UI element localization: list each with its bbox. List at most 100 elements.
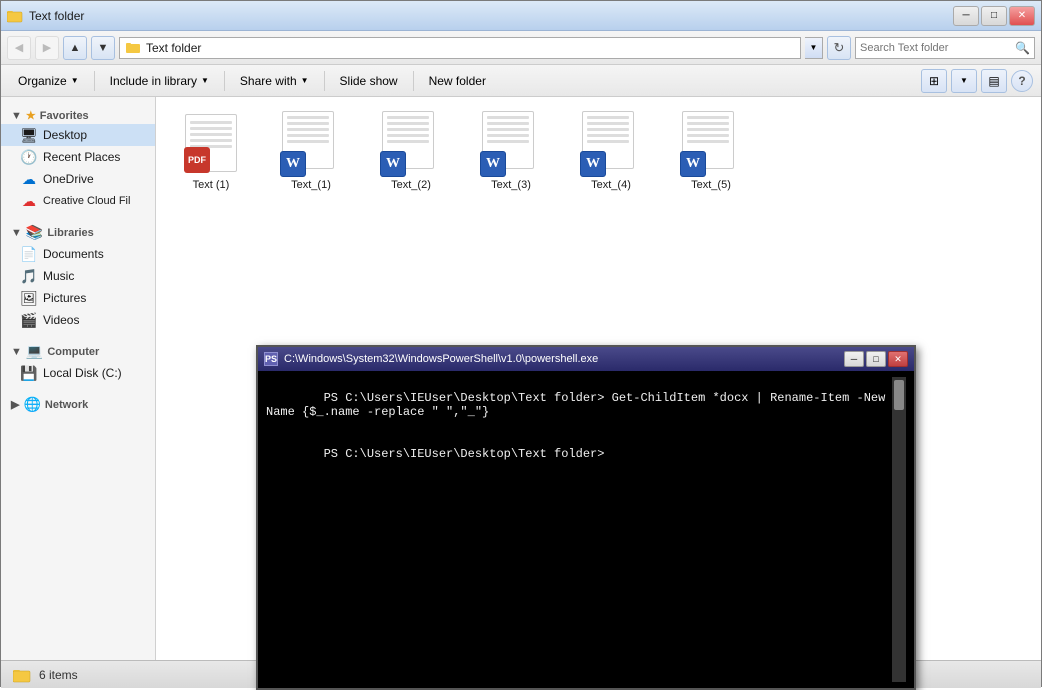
network-section[interactable]: ▶ 🌐 Network bbox=[1, 392, 155, 415]
sidebar-item-local-disk[interactable]: 💾 Local Disk (C:) bbox=[1, 362, 155, 384]
ps-title-bar: PS C:\Windows\System32\WindowsPowerShell… bbox=[258, 347, 914, 371]
toolbar-separator-2 bbox=[224, 71, 225, 91]
word-badge-2: W bbox=[380, 151, 406, 177]
file-item-text1[interactable]: PDF Text (1) bbox=[166, 107, 256, 195]
slide-show-button[interactable]: Slide show bbox=[331, 68, 407, 94]
file-item-text_3[interactable]: W Text_(3) bbox=[466, 107, 556, 195]
computer-section[interactable]: ▼ 💻 Computer bbox=[1, 339, 155, 362]
ps-window-icon: PS bbox=[264, 352, 278, 366]
pdf-icon-container: PDF bbox=[185, 114, 237, 172]
file-item-text_4[interactable]: W Text_(4) bbox=[566, 107, 656, 195]
share-with-button[interactable]: Share with ▼ bbox=[231, 68, 318, 94]
view-dropdown-button[interactable]: ▼ bbox=[951, 69, 977, 93]
title-bar-left: Text folder bbox=[7, 8, 84, 24]
main-content: ▼ ★ Favorites 🖥 Desktop 🕐 Recent Places … bbox=[1, 97, 1041, 660]
videos-icon: 🎬 bbox=[21, 312, 37, 328]
search-icon[interactable]: 🔍 bbox=[1015, 41, 1030, 55]
documents-label: Documents bbox=[43, 247, 104, 261]
refresh-button[interactable]: ↻ bbox=[827, 36, 851, 60]
libraries-section[interactable]: ▼ 📚 Libraries bbox=[1, 220, 155, 243]
sidebar-item-recent-places[interactable]: 🕐 Recent Places bbox=[1, 146, 155, 168]
sidebar: ▼ ★ Favorites 🖥 Desktop 🕐 Recent Places … bbox=[1, 97, 156, 660]
address-bar: ◀ ▶ ▲ ▼ Text folder ▼ ↻ 🔍 bbox=[1, 31, 1041, 65]
file-item-text_1[interactable]: W Text_(1) bbox=[266, 107, 356, 195]
network-chevron: ▶ bbox=[11, 398, 19, 411]
word-badge-1: W bbox=[280, 151, 306, 177]
new-folder-button[interactable]: New folder bbox=[420, 68, 495, 94]
network-label: Network bbox=[45, 399, 88, 411]
help-button[interactable]: ? bbox=[1011, 70, 1033, 92]
view-dropdown-icon: ▼ bbox=[960, 76, 968, 85]
file-item-text_2[interactable]: W Text_(2) bbox=[366, 107, 456, 195]
sidebar-item-onedrive[interactable]: ☁ OneDrive bbox=[1, 168, 155, 190]
toolbar-separator-1 bbox=[94, 71, 95, 91]
organize-button[interactable]: Organize ▼ bbox=[9, 68, 88, 94]
organize-label: Organize bbox=[18, 74, 67, 88]
word-icon-5: W bbox=[682, 111, 740, 175]
sidebar-item-documents[interactable]: 📄 Documents bbox=[1, 243, 155, 265]
organize-arrow: ▼ bbox=[71, 76, 79, 85]
music-icon: 🎵 bbox=[21, 268, 37, 284]
ps-close-button[interactable]: ✕ bbox=[888, 351, 908, 367]
sidebar-item-desktop[interactable]: 🖥 Desktop bbox=[1, 124, 155, 146]
word-icon-4: W bbox=[582, 111, 640, 175]
address-text: Text folder bbox=[146, 41, 201, 55]
address-path[interactable]: Text folder bbox=[119, 37, 801, 59]
documents-icon: 📄 bbox=[21, 246, 37, 262]
include-library-button[interactable]: Include in library ▼ bbox=[101, 68, 218, 94]
ps-controls: ─ □ ✕ bbox=[844, 351, 908, 367]
favorites-label: Favorites bbox=[40, 110, 89, 122]
slide-show-label: Slide show bbox=[340, 74, 398, 88]
file-label-text_5: Text_(5) bbox=[691, 179, 731, 191]
desktop-icon: 🖥 bbox=[21, 127, 37, 143]
share-with-label: Share with bbox=[240, 74, 297, 88]
toolbar-separator-3 bbox=[324, 71, 325, 91]
view-button[interactable]: ⊞ bbox=[921, 69, 947, 93]
file-label-text_1: Text_(1) bbox=[291, 179, 331, 191]
minimize-button[interactable]: ─ bbox=[953, 6, 979, 26]
sidebar-item-pictures[interactable]: 🖼 Pictures bbox=[1, 287, 155, 309]
pictures-label: Pictures bbox=[43, 291, 86, 305]
preview-button[interactable]: ▤ bbox=[981, 69, 1007, 93]
libraries-label: Libraries bbox=[47, 227, 93, 239]
folder-small-icon bbox=[126, 41, 142, 55]
file-item-text_5[interactable]: W Text_(5) bbox=[666, 107, 756, 195]
ps-text-area[interactable]: PS C:\Users\IEUser\Desktop\Text folder> … bbox=[266, 377, 886, 682]
onedrive-icon: ☁ bbox=[21, 171, 37, 187]
sidebar-item-creative-cloud[interactable]: ☁ Creative Cloud Fil bbox=[1, 190, 155, 212]
music-label: Music bbox=[43, 269, 74, 283]
preview-icon: ▤ bbox=[988, 74, 999, 88]
include-arrow: ▼ bbox=[201, 76, 209, 85]
include-library-label: Include in library bbox=[110, 74, 197, 88]
ps-maximize-button[interactable]: □ bbox=[866, 351, 886, 367]
search-box: 🔍 bbox=[855, 37, 1035, 59]
ps-scrollbar[interactable] bbox=[892, 377, 906, 682]
forward-button[interactable]: ▶ bbox=[35, 36, 59, 60]
ps-title-left: PS C:\Windows\System32\WindowsPowerShell… bbox=[264, 352, 598, 366]
word-icon-1: W bbox=[282, 111, 340, 175]
computer-label: Computer bbox=[47, 346, 99, 358]
word-icon-3: W bbox=[482, 111, 540, 175]
ps-minimize-button[interactable]: ─ bbox=[844, 351, 864, 367]
favorites-section[interactable]: ▼ ★ Favorites bbox=[1, 105, 155, 124]
file-label-text_3: Text_(3) bbox=[491, 179, 531, 191]
search-input[interactable] bbox=[860, 42, 1011, 54]
creative-cloud-label: Creative Cloud Fil bbox=[43, 195, 130, 207]
address-dropdown[interactable]: ▼ bbox=[805, 37, 823, 59]
recent-button[interactable]: ▼ bbox=[91, 36, 115, 60]
close-button[interactable]: ✕ bbox=[1009, 6, 1035, 26]
sidebar-item-music[interactable]: 🎵 Music bbox=[1, 265, 155, 287]
sidebar-item-videos[interactable]: 🎬 Videos bbox=[1, 309, 155, 331]
pictures-icon: 🖼 bbox=[21, 290, 37, 306]
maximize-button[interactable]: □ bbox=[981, 6, 1007, 26]
up-button[interactable]: ▲ bbox=[63, 36, 87, 60]
local-disk-icon: 💾 bbox=[21, 365, 37, 381]
ps-title-text: C:\Windows\System32\WindowsPowerShell\v1… bbox=[284, 353, 598, 365]
folder-icon bbox=[7, 8, 23, 24]
file-icon-text_1: W bbox=[279, 111, 343, 175]
local-disk-label: Local Disk (C:) bbox=[43, 366, 122, 380]
file-label-text1: Text (1) bbox=[193, 179, 230, 191]
creative-cloud-icon: ☁ bbox=[21, 193, 37, 209]
view-icon: ⊞ bbox=[929, 74, 939, 88]
back-button[interactable]: ◀ bbox=[7, 36, 31, 60]
